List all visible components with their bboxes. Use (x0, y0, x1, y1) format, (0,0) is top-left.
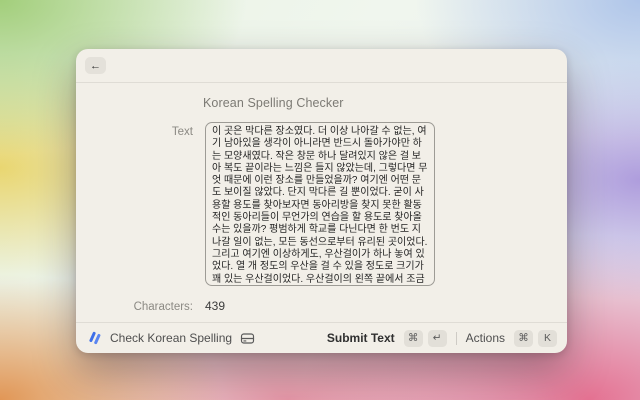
return-key-icon: ↵ (428, 330, 447, 347)
desktop-background: { "window": { "header": { "back_icon": "… (0, 0, 640, 400)
window-header: ← (76, 49, 567, 83)
app-window: ← Korean Spelling Checker Text 이 곳은 막다른 … (76, 49, 567, 353)
command-name-label: Check Korean Spelling (110, 331, 232, 345)
footer-bar: Check Korean Spelling Submit Text ⌘ ↵ Ac… (76, 322, 567, 353)
characters-label: Characters: (76, 301, 193, 313)
text-input[interactable]: 이 곳은 막다른 장소였다. 더 이상 나아갈 수 없는, 여기 남아있을 생각… (205, 122, 435, 286)
actions-label: Actions (466, 331, 505, 345)
cmd-key-icon: ⌘ (514, 330, 533, 347)
drive-icon (240, 331, 255, 346)
footer-divider (456, 332, 457, 345)
page-title: Korean Spelling Checker (203, 96, 344, 110)
footer-command-info: Check Korean Spelling (88, 331, 255, 346)
k-key-icon: K (538, 330, 557, 347)
back-arrow-icon: ← (90, 60, 101, 72)
actions-button[interactable]: Actions ⌘ K (466, 330, 557, 347)
submit-text-button[interactable]: Submit Text ⌘ ↵ (327, 330, 447, 347)
footer-actions: Submit Text ⌘ ↵ Actions ⌘ K (327, 330, 557, 347)
characters-value: 439 (205, 299, 225, 313)
cmd-key-icon: ⌘ (404, 330, 423, 347)
submit-text-label: Submit Text (327, 331, 395, 345)
text-field-label: Text (76, 126, 193, 138)
extension-icon (88, 331, 102, 345)
back-button[interactable]: ← (85, 57, 106, 74)
